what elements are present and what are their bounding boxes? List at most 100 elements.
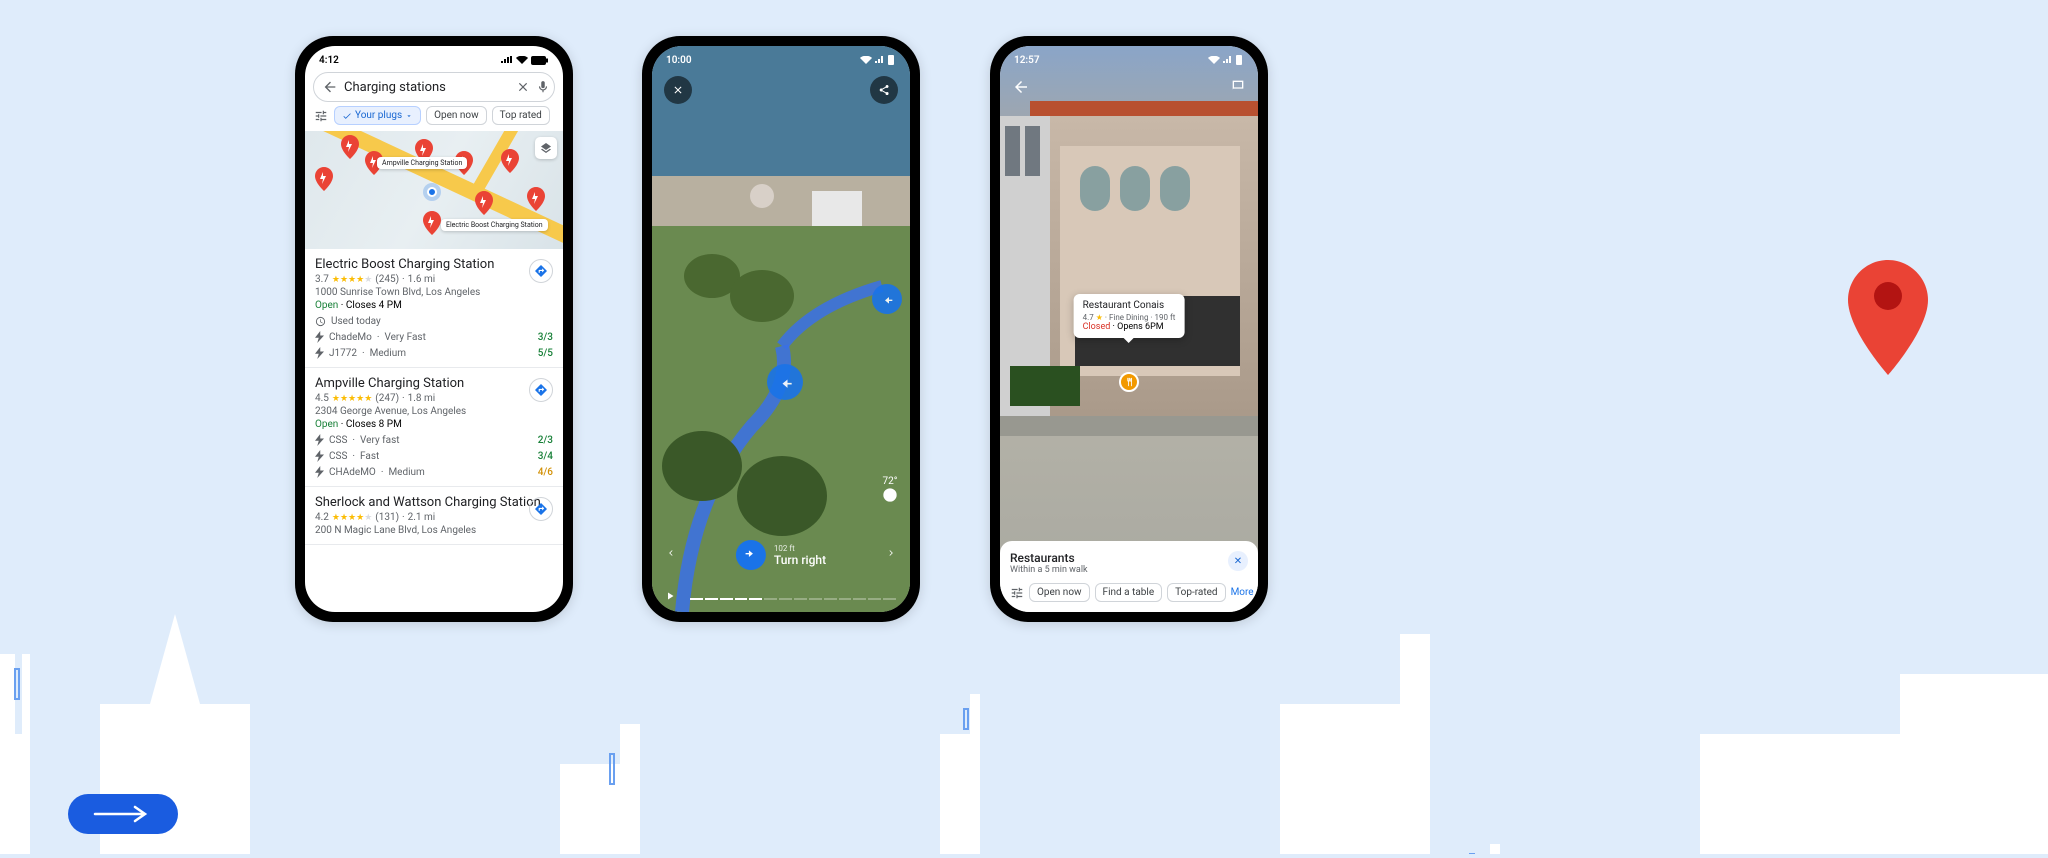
bolt-icon	[315, 466, 324, 478]
hero-map-pin-icon	[1848, 260, 1928, 375]
route-turn-marker	[767, 364, 803, 400]
map-tooltip-ampville: Ampville Charging Station	[377, 157, 467, 169]
status-icons	[860, 55, 896, 65]
result-address: 200 N Magic Lane Blvd, Los Angeles	[315, 525, 553, 536]
weather-time-icon	[882, 487, 898, 503]
sheet-title: Restaurants	[1010, 551, 1248, 565]
result-title: Ampville Charging Station	[315, 376, 553, 391]
status-time: 10:00	[666, 55, 692, 66]
status-time: 4:12	[319, 55, 339, 66]
close-sheet-button[interactable]: ✕	[1228, 551, 1248, 571]
mic-icon[interactable]	[536, 78, 550, 96]
chip-open-now[interactable]: Open now	[1029, 583, 1090, 602]
bottom-sheet[interactable]: ✕ Restaurants Within a 5 min walk Open n…	[1000, 541, 1258, 612]
results-list[interactable]: Electric Boost Charging Station 3.7 ★★★★…	[305, 249, 563, 545]
status-time: 12:57	[1014, 55, 1040, 66]
phone-charging-stations: 4:12 Your plug	[295, 36, 573, 622]
result-address: 2304 George Avenue, Los Angeles	[315, 406, 553, 417]
poi-tooltip[interactable]: Restaurant Conais 4.7 ★ · Fine Dining · …	[1074, 294, 1185, 338]
layers-button[interactable]	[535, 137, 557, 159]
nav-distance: 102 ft	[774, 544, 826, 553]
close-button[interactable]	[664, 76, 692, 104]
result-card[interactable]: Sherlock and Wattson Charging Station 4.…	[305, 487, 563, 545]
result-meta: 4.5 ★★★★★ (247) · 1.8 mi	[315, 393, 553, 404]
poi-status: Closed · Opens 6PM	[1083, 322, 1176, 332]
phone-immersive-nav: 10:00 72°	[642, 36, 920, 622]
share-button[interactable]	[870, 76, 898, 104]
plug-row: CSS · Very fast 2/3	[315, 434, 553, 446]
more-filters-link[interactable]: More	[1231, 587, 1254, 598]
clock-icon	[315, 316, 326, 327]
play-button[interactable]	[664, 587, 676, 606]
immersive-3d-view[interactable]	[652, 46, 910, 612]
directions-button[interactable]	[529, 497, 553, 521]
directions-button[interactable]	[529, 378, 553, 402]
plug-row: ChadeMo · Very Fast 3/3	[315, 331, 553, 343]
map-view[interactable]: Ampville Charging Station Electric Boost…	[305, 131, 563, 249]
chip-top-rated[interactable]: Top-rated	[1167, 583, 1225, 602]
status-icons	[1208, 55, 1244, 65]
status-bar: 12:57	[1000, 46, 1258, 68]
wifi-icon	[516, 56, 528, 64]
plug-row: CHAdeMO · Medium 4/6	[315, 466, 553, 478]
status-bar: 10:00	[652, 46, 910, 68]
next-step-button[interactable]	[886, 545, 896, 564]
status-icons	[501, 56, 549, 65]
filter-tune-icon[interactable]	[1010, 585, 1024, 601]
directions-button[interactable]	[529, 259, 553, 283]
weather-widget[interactable]: 72°	[882, 476, 898, 506]
filter-tune-icon[interactable]	[313, 108, 329, 124]
top-overlay-buttons	[1012, 78, 1246, 100]
bolt-icon	[315, 347, 324, 359]
result-title: Sherlock and Wattson Charging Station	[315, 495, 553, 510]
poi-meta: 4.7 ★ · Fine Dining · 190 ft	[1083, 313, 1176, 322]
charging-pin-icon[interactable]	[501, 149, 519, 173]
poi-name: Restaurant Conais	[1083, 300, 1176, 311]
status-bar: 4:12	[305, 46, 563, 68]
search-input[interactable]	[344, 80, 510, 95]
result-hours: Open · Closes 8 PM	[315, 419, 553, 430]
result-card[interactable]: Ampville Charging Station 4.5 ★★★★★ (247…	[305, 368, 563, 487]
route-turn-marker	[872, 284, 902, 314]
phone-street-view: 12:57 Restaurant Conais 4.7 ★ · Fine Din…	[990, 36, 1268, 622]
nav-instruction-card: 102 ft Turn right	[736, 540, 826, 570]
result-address: 1000 Sunrise Town Blvd, Los Angeles	[315, 287, 553, 298]
back-arrow-icon[interactable]	[322, 78, 338, 96]
restaurant-poi-icon[interactable]	[1119, 372, 1139, 392]
nav-instruction: Turn right	[774, 553, 826, 567]
sheet-subtitle: Within a 5 min walk	[1010, 565, 1248, 575]
result-meta: 4.2 ★★★★★ (131) · 2.1 mi	[315, 512, 553, 523]
charging-pin-icon[interactable]	[315, 167, 333, 191]
result-hours: Open · Closes 4 PM	[315, 300, 553, 311]
charging-pin-icon[interactable]	[475, 191, 493, 215]
plug-row: CSS · Fast 3/4	[315, 450, 553, 462]
top-overlay-buttons	[664, 76, 898, 104]
chip-find-table[interactable]: Find a table	[1095, 583, 1163, 602]
prev-step-button[interactable]	[666, 545, 676, 564]
chip-top-rated[interactable]: Top rated	[492, 106, 550, 125]
sheet-filter-row: Open now Find a table Top-rated More	[1010, 583, 1248, 602]
turn-right-icon	[736, 540, 766, 570]
route-progress-bar[interactable]	[690, 597, 898, 600]
clear-icon[interactable]	[516, 78, 530, 96]
result-title: Electric Boost Charging Station	[315, 257, 553, 272]
current-location-dot	[427, 187, 437, 197]
report-button[interactable]	[1230, 78, 1246, 100]
battery-icon	[531, 56, 549, 65]
charging-pin-icon[interactable]	[423, 211, 441, 235]
search-bar[interactable]	[313, 72, 555, 102]
bolt-icon	[315, 434, 324, 446]
bolt-icon	[315, 331, 324, 343]
chip-open-now[interactable]: Open now	[426, 106, 487, 125]
hero-arrow-pill	[68, 794, 178, 834]
result-meta: 3.7 ★★★★★ (245) · 1.6 mi	[315, 274, 553, 285]
back-button[interactable]	[1012, 78, 1030, 100]
plug-row: J1772 · Medium 5/5	[315, 347, 553, 359]
filter-row: Your plugs Open now Top rated	[305, 106, 563, 131]
charging-pin-icon[interactable]	[341, 135, 359, 159]
used-today-row: Used today	[315, 316, 553, 327]
map-tooltip-electric: Electric Boost Charging Station	[441, 219, 548, 231]
charging-pin-icon[interactable]	[527, 187, 545, 211]
result-card[interactable]: Electric Boost Charging Station 3.7 ★★★★…	[305, 249, 563, 368]
chip-your-plugs[interactable]: Your plugs	[334, 106, 421, 125]
